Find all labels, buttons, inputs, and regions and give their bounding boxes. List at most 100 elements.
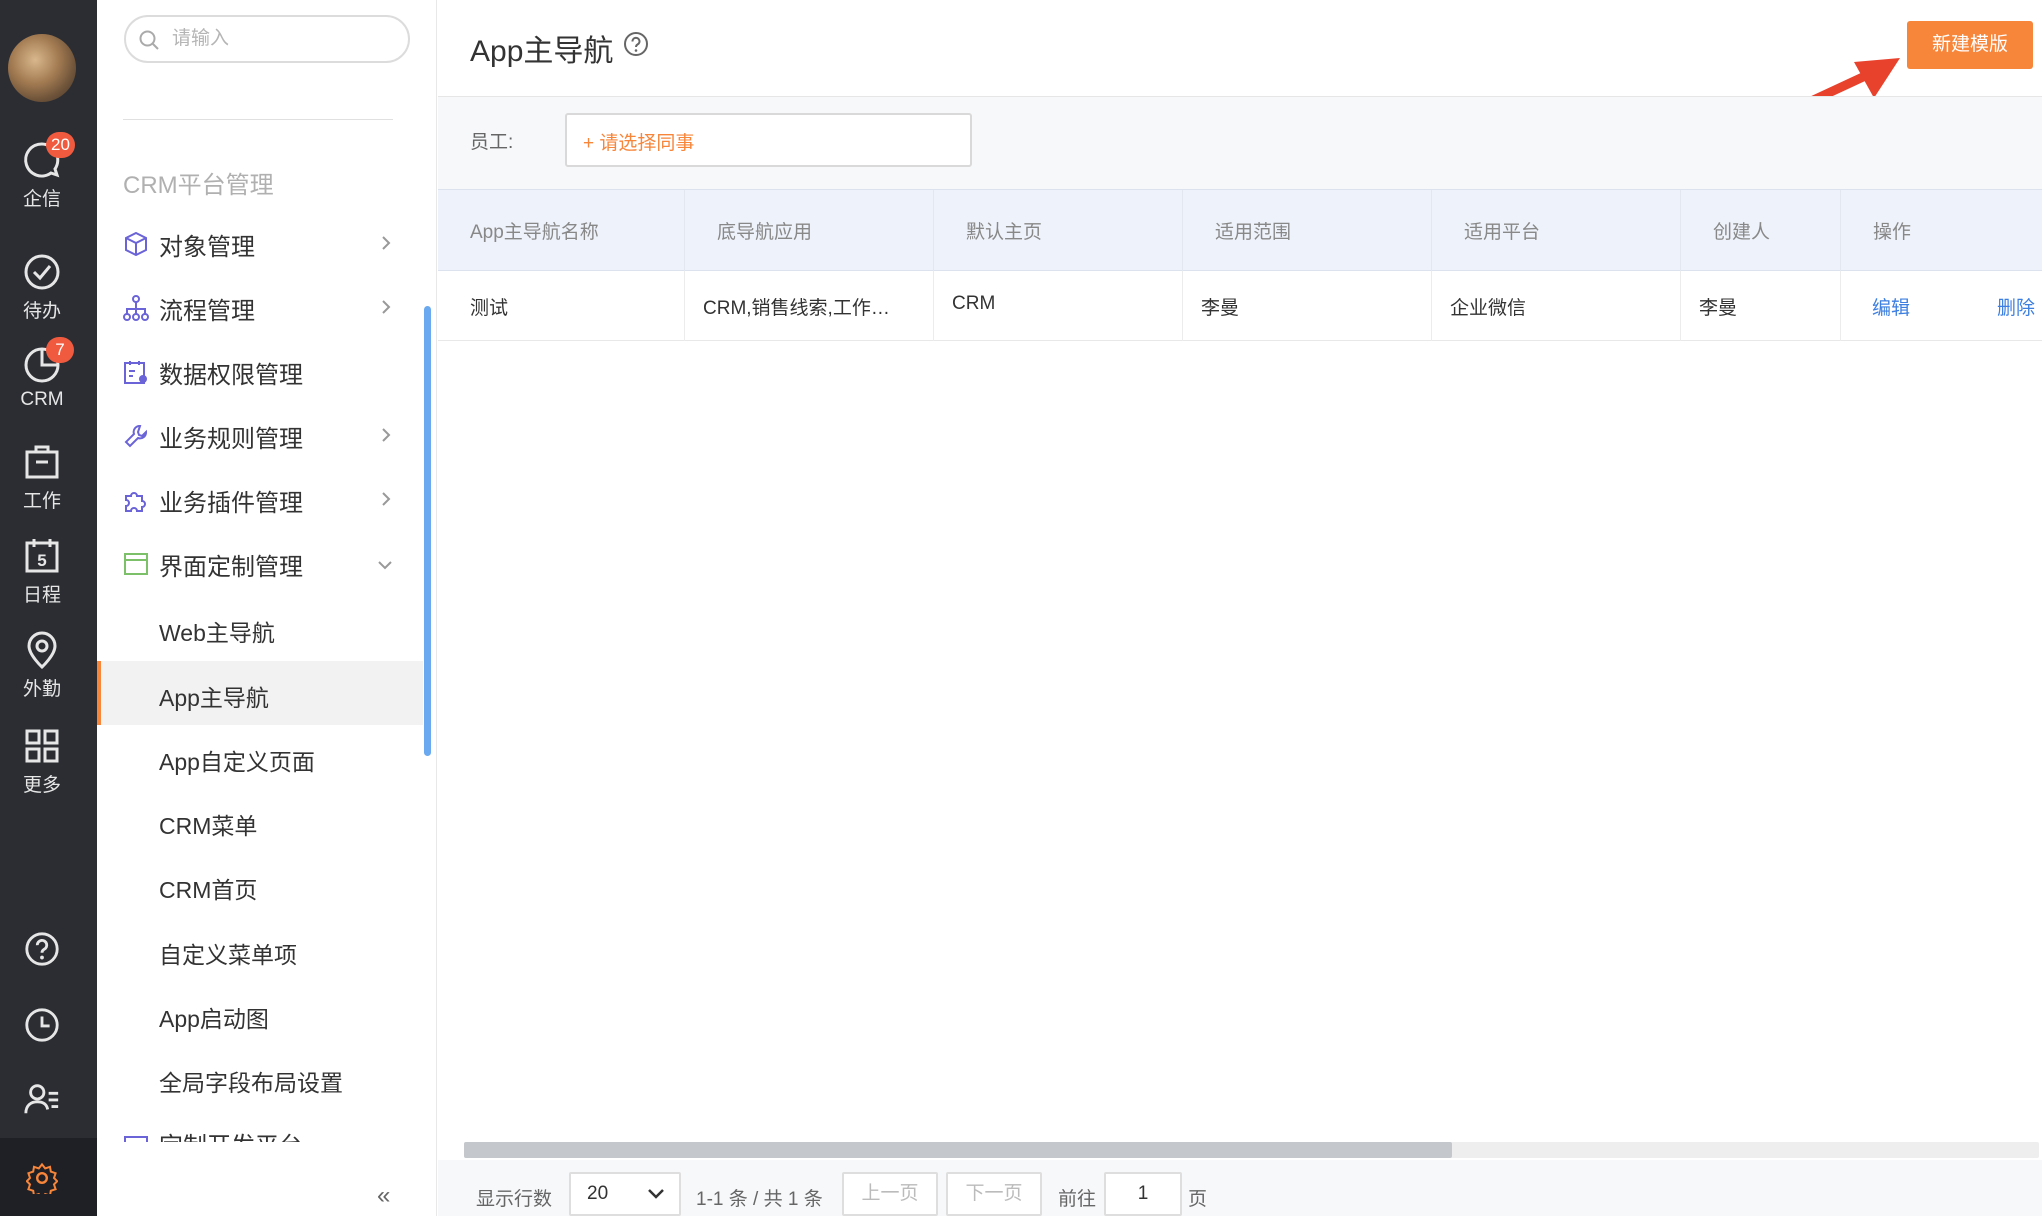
column-header[interactable]: 创建人 — [1681, 190, 1841, 272]
rail-item-more[interactable]: 更多 — [0, 726, 84, 797]
cell-platform: 企业微信 — [1432, 271, 1681, 341]
chevron-right-icon — [382, 492, 391, 506]
chevron-down-icon — [648, 1189, 664, 1199]
menu-item-object[interactable]: 对象管理 — [97, 211, 423, 275]
table-header: App主导航名称 底导航应用 默认主页 适用范围 适用平台 创建人 操作 — [438, 189, 2042, 272]
delete-link[interactable]: 删除 — [1997, 293, 2035, 320]
avatar[interactable] — [8, 34, 76, 102]
menu-item-flow[interactable]: 流程管理 — [97, 275, 423, 339]
submenu-app-custom-page[interactable]: App自定义页面 — [97, 725, 423, 789]
rail-contacts[interactable] — [0, 1080, 84, 1118]
cell-apps: CRM,销售线索,工作… — [685, 271, 934, 341]
submenu-label: CRM菜单 — [159, 813, 258, 839]
cell-home: CRM — [934, 271, 1183, 341]
rail-item-todo[interactable]: 待办 — [0, 252, 84, 323]
submenu-app-splash[interactable]: App启动图 — [97, 982, 423, 1046]
submenu-web-nav[interactable]: Web主导航 — [97, 596, 423, 660]
cube-icon — [125, 231, 147, 257]
contacts-icon — [24, 1084, 59, 1114]
chevron-right-icon — [382, 236, 391, 250]
pagination: 显示行数 20 1-1 条 / 共 1 条 上一页 下一页 前往 1 页 — [438, 1160, 2042, 1216]
sidebar: CRM平台管理 对象管理 流程管理 数据权限管理 业务规则管理 业务插件管理 界… — [97, 0, 437, 1216]
column-header[interactable]: 适用范围 — [1183, 190, 1432, 272]
menu-item-plugin[interactable]: 业务插件管理 — [97, 467, 423, 531]
rail-label: 企信 — [22, 189, 61, 210]
rail-label: CRM — [20, 389, 64, 410]
rail-label: 待办 — [22, 301, 61, 322]
column-header[interactable]: 底导航应用 — [685, 190, 934, 272]
edit-link[interactable]: 编辑 — [1872, 293, 1910, 320]
rail-item-crm[interactable]: 7 CRM — [0, 337, 84, 411]
rail-item-field[interactable]: 外勤 — [0, 630, 84, 701]
rail-item-calendar[interactable]: 5 日程 — [0, 536, 84, 607]
prev-page-button[interactable]: 上一页 — [842, 1172, 938, 1216]
rail-settings[interactable] — [0, 1138, 97, 1216]
submenu-label: 全局字段布局设置 — [159, 1070, 343, 1096]
rail-history[interactable] — [0, 1006, 84, 1044]
section-title: CRM平台管理 — [123, 172, 274, 199]
submenu-crm-menu[interactable]: CRM菜单 — [97, 789, 423, 853]
submenu-custom-menu-item[interactable]: 自定义菜单项 — [97, 918, 423, 982]
next-page-button[interactable]: 下一页 — [946, 1172, 1042, 1216]
divider — [123, 119, 393, 120]
rail-item-chat[interactable]: 20 企信 — [0, 132, 84, 211]
check-circle-icon — [24, 254, 60, 290]
collapse-sidebar-button[interactable]: « — [377, 1182, 390, 1210]
app-rail: 20 企信 待办 7 CRM 工作 5 日程 外勤 更多 — [0, 0, 97, 1216]
submenu-global-field-layout[interactable]: 全局字段布局设置 — [97, 1046, 423, 1110]
column-header[interactable]: 默认主页 — [934, 190, 1183, 272]
submenu-label: App自定义页面 — [159, 749, 315, 775]
menu-item-dev-platform[interactable]: 定制开发平台 — [97, 1116, 423, 1142]
cell-name: 测试 — [438, 271, 685, 341]
page-input[interactable]: 1 — [1104, 1172, 1182, 1216]
submenu-label: CRM首页 — [159, 877, 258, 903]
rail-item-work[interactable]: 工作 — [0, 442, 84, 513]
submenu-label: Web主导航 — [159, 620, 275, 646]
range-text: 1-1 条 / 共 1 条 — [696, 1189, 823, 1210]
submenu-label: App主导航 — [159, 685, 269, 711]
horizontal-scrollbar[interactable] — [464, 1142, 2039, 1158]
search-icon — [139, 30, 159, 50]
sidebar-scrollbar[interactable] — [424, 306, 431, 756]
cell-creator: 李曼 — [1681, 271, 1841, 341]
help-icon[interactable] — [623, 31, 649, 57]
cell-scope: 李曼 — [1183, 271, 1432, 341]
staff-picker[interactable]: + 请选择同事 — [565, 113, 972, 167]
puzzle-icon — [125, 492, 146, 512]
search-input[interactable] — [172, 25, 392, 53]
rail-help[interactable] — [0, 930, 84, 968]
briefcase-icon — [25, 445, 59, 479]
submenu-label: App启动图 — [159, 1006, 269, 1032]
column-header: 操作 — [1873, 222, 1912, 243]
menu-label: 业务插件管理 — [159, 490, 303, 517]
column-header[interactable]: App主导航名称 — [438, 190, 685, 272]
chevron-right-icon — [382, 428, 391, 442]
flow-icon — [123, 295, 149, 321]
clock-icon — [25, 1008, 59, 1042]
rail-label: 外勤 — [22, 679, 61, 700]
rail-label: 工作 — [22, 491, 61, 512]
chevron-down-icon — [378, 561, 392, 570]
calendar-icon: 5 — [25, 539, 59, 573]
submenu-crm-home[interactable]: CRM首页 — [97, 853, 423, 917]
data-permission-icon — [124, 361, 147, 384]
column-header[interactable]: 适用平台 — [1432, 190, 1681, 272]
table-row[interactable]: 测试 CRM,销售线索,工作… CRM 李曼 企业微信 李曼 编辑 删除 — [438, 271, 2042, 341]
menu-item-data-permission[interactable]: 数据权限管理 — [97, 339, 423, 403]
new-template-button[interactable]: 新建模版 — [1907, 21, 2033, 69]
main-content: App主导航 新建模版 员工: + 请选择同事 App主导航名称 底导航应用 默… — [438, 0, 2042, 1216]
rail-label: 更多 — [22, 775, 61, 796]
rows-per-page-select[interactable]: 20 — [569, 1172, 681, 1216]
grid-icon — [25, 729, 59, 763]
menu-label: 数据权限管理 — [159, 362, 303, 389]
window-icon — [124, 553, 148, 575]
submenu-app-nav[interactable]: App主导航 — [97, 661, 423, 725]
rows-label: 显示行数 — [476, 1189, 553, 1210]
menu-item-ui-custom[interactable]: 界面定制管理 — [97, 531, 423, 595]
menu-label: 定制开发平台 — [159, 1126, 303, 1142]
sidebar-search[interactable] — [124, 15, 410, 63]
staff-filter-label: 员工: — [470, 132, 514, 153]
menu-item-business-rule[interactable]: 业务规则管理 — [97, 403, 423, 467]
help-icon — [25, 932, 59, 966]
scrollbar-thumb[interactable] — [464, 1142, 1452, 1158]
